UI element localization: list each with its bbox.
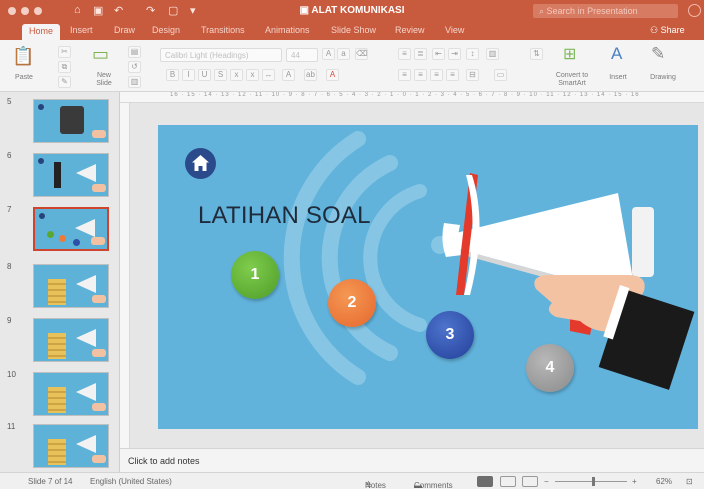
zoom-in-button[interactable]: + (632, 477, 637, 486)
convert-smartart-label-2: SmartArt (558, 80, 586, 87)
zoom-slider[interactable] (555, 481, 627, 482)
tab-animations[interactable]: Animations (265, 25, 310, 35)
font-name-select[interactable]: Calibri Light (Headings) (160, 48, 282, 62)
ribbon-tabs: Home Insert Draw Design Transitions Anim… (0, 22, 704, 40)
paste-icon[interactable]: 📋 (12, 46, 34, 67)
search-icon: ⌕ (539, 6, 547, 16)
feedback-smiley-icon[interactable] (688, 4, 701, 17)
slide-thumbnail[interactable]: 11 (0, 420, 119, 470)
increase-indent-icon[interactable]: ⇥ (448, 48, 461, 60)
slide-title[interactable]: LATIHAN SOAL (198, 202, 371, 230)
strikethrough-icon[interactable]: S (214, 69, 227, 81)
character-spacing-icon[interactable]: ↔ (262, 69, 275, 81)
clear-format-icon[interactable]: ⌫ (355, 48, 368, 60)
fit-to-window-icon[interactable]: ⊡ (686, 477, 693, 486)
smartart-icon[interactable]: ⊞ (563, 44, 576, 64)
decrease-indent-icon[interactable]: ⇤ (432, 48, 445, 60)
align-text-icon[interactable]: ⊟ (466, 69, 479, 81)
align-left-icon[interactable]: ≡ (398, 69, 411, 81)
highlight-icon[interactable]: ab (304, 69, 317, 81)
slide-position: Slide 7 of 14 (28, 477, 73, 486)
tab-design[interactable]: Design (152, 25, 180, 35)
question-bubble-3[interactable]: 3 (426, 311, 474, 359)
question-bubble-4[interactable]: 4 (526, 344, 574, 392)
align-right-icon[interactable]: ≡ (430, 69, 443, 81)
slide-thumbnail[interactable]: 10 (0, 368, 119, 418)
tab-review[interactable]: Review (395, 25, 425, 35)
text-color-icon[interactable]: A (326, 69, 339, 81)
text-direction-icon[interactable]: ⇅ (530, 48, 543, 60)
zoom-slider-thumb[interactable] (592, 477, 595, 486)
notes-pane[interactable]: Click to add notes (120, 448, 704, 472)
superscript-icon[interactable]: x (230, 69, 243, 81)
columns-icon[interactable]: ▥ (486, 48, 499, 60)
font-size-select[interactable]: 44 (286, 48, 318, 62)
slide-thumbnail[interactable]: 6 (0, 149, 119, 199)
decrease-font-icon[interactable]: a (337, 48, 350, 60)
zoom-level[interactable]: 62% (656, 477, 672, 486)
bold-icon[interactable]: B (166, 69, 179, 81)
language-indicator[interactable]: English (United States) (90, 477, 172, 486)
paste-label: Paste (15, 74, 33, 81)
normal-view-button[interactable] (477, 476, 493, 487)
horizontal-ruler: 16 · 15 · 14 · 13 · 12 · 11 · 10 · 9 · 8… (120, 92, 704, 103)
slide-sorter-view-button[interactable] (500, 476, 516, 487)
share-button[interactable]: ⚇ Share (650, 25, 685, 36)
tab-insert[interactable]: Insert (70, 25, 93, 35)
tab-home[interactable]: Home (22, 24, 61, 40)
current-slide[interactable]: LATIHAN SOAL 1 2 3 4 (158, 125, 698, 429)
section-icon[interactable]: ▥ (128, 76, 141, 88)
slide-thumbnail[interactable]: 9 (0, 314, 119, 364)
vertical-ruler (120, 103, 130, 448)
convert-smartart-label-1: Convert to (555, 72, 589, 79)
text-box-options-icon[interactable]: ▭ (494, 69, 507, 81)
tab-slide-show[interactable]: Slide Show (331, 25, 376, 35)
new-slide-icon[interactable]: ▭ (92, 44, 109, 65)
bullets-icon[interactable]: ≡ (398, 48, 411, 60)
reset-icon[interactable]: ↺ (128, 61, 141, 73)
drawing-icon[interactable]: ✎ (651, 44, 665, 64)
notes-placeholder: Click to add notes (128, 456, 200, 466)
copy-icon[interactable]: ⧉ (58, 61, 71, 73)
font-color-icon[interactable]: A (282, 69, 295, 81)
slide-thumbnail[interactable]: 8 (0, 260, 119, 310)
search-input[interactable]: ⌕ Search in Presentation (533, 4, 678, 18)
home-icon (192, 155, 209, 171)
underline-icon[interactable]: U (198, 69, 211, 81)
slide-thumbnail-selected[interactable]: 7 (0, 203, 119, 253)
tab-transitions[interactable]: Transitions (201, 25, 245, 35)
new-slide-label-2: Slide (96, 80, 112, 87)
numbering-icon[interactable]: ≣ (414, 48, 427, 60)
home-button[interactable] (185, 148, 216, 179)
question-bubble-2[interactable]: 2 (328, 279, 376, 327)
drawing-label: Drawing (650, 74, 676, 81)
title-bar: ⌂ ▣ ↶ ↷ ▢ ▾ ▣ ALAT KOMUNIKASI ⌕ Search i… (0, 0, 704, 22)
increase-font-icon[interactable]: A (322, 48, 335, 60)
ribbon-home: 📋 Paste ✂ ⧉ ✎ ▭ New Slide ▤ ↺ ▥ Calibri … (0, 40, 704, 92)
tab-draw[interactable]: Draw (114, 25, 135, 35)
status-bar: Slide 7 of 14 English (United States) ≜ … (0, 472, 704, 489)
share-icon: ⚇ (650, 25, 661, 35)
italic-icon[interactable]: I (182, 69, 195, 81)
layout-icon[interactable]: ▤ (128, 46, 141, 58)
question-bubble-1[interactable]: 1 (231, 251, 279, 299)
zoom-out-button[interactable]: − (544, 477, 549, 486)
insert-label: Insert (609, 74, 627, 81)
line-spacing-icon[interactable]: ↕ (466, 48, 479, 60)
format-painter-icon[interactable]: ✎ (58, 76, 71, 88)
subscript-icon[interactable]: x (246, 69, 259, 81)
presentation-file-icon: ▣ (299, 5, 312, 16)
new-slide-label-1: New (96, 72, 111, 79)
align-center-icon[interactable]: ≡ (414, 69, 427, 81)
tab-view[interactable]: View (445, 25, 464, 35)
slide-thumbnail[interactable]: 5 (0, 95, 119, 145)
powerpoint-window: ⌂ ▣ ↶ ↷ ▢ ▾ ▣ ALAT KOMUNIKASI ⌕ Search i… (0, 0, 704, 489)
reading-view-button[interactable] (522, 476, 538, 487)
insert-shape-icon[interactable]: A (611, 44, 622, 64)
cut-icon[interactable]: ✂ (58, 46, 71, 58)
slide-editor-canvas[interactable]: LATIHAN SOAL 1 2 3 4 (130, 103, 704, 448)
slide-thumbnails-panel[interactable]: 5 6 7 8 9 10 11 (0, 92, 120, 472)
justify-icon[interactable]: ≡ (446, 69, 459, 81)
